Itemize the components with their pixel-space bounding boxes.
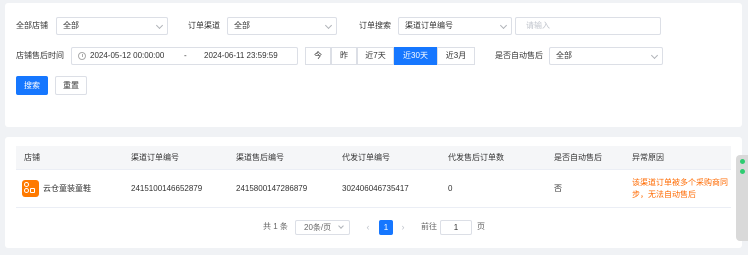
prev-page-button[interactable]: ‹ [362,220,374,235]
column-header: 是否自动售后 [554,153,602,162]
goto-label: 前往 [421,222,437,231]
auto-after-sale-label: 是否自动售后 [495,51,543,60]
auto-after-sale-select[interactable]: 全部 [549,47,663,65]
search-button[interactable]: 搜索 [16,76,48,95]
store-logo-icon [22,180,39,197]
table-row: 云仓童装童鞋 2415100146652879 2415800147286879… [16,170,731,208]
column-header: 渠道订单编号 [131,153,179,162]
page-unit-label: 页 [477,222,485,231]
quick-range-3m[interactable]: 近3月 [437,47,475,65]
quick-range-7d[interactable]: 近7天 [357,47,394,65]
date-start: 2024-05-12 00:00:00 [90,51,165,60]
channel-filter-label: 订单渠道 [188,21,220,30]
auto-after-sale-flag: 否 [554,184,562,193]
auto-after-sale-value: 全部 [556,51,572,60]
table-header: 店铺 渠道订单编号 渠道售后编号 代发订单编号 代发售后订单数 是否自动售后 异… [16,146,731,170]
store-name: 云仓童装童鞋 [43,184,91,193]
goto-page-input[interactable]: 1 [440,220,472,235]
channel-order-no: 2415100146652879 [131,184,203,193]
store-filter-label: 全部店铺 [16,21,48,30]
chevron-down-icon [338,223,344,229]
status-dot-icon [740,159,745,164]
channel-select[interactable]: 全部 [227,17,337,35]
page-size-select[interactable]: 20条/页 [295,220,350,235]
dropship-after-sale-count: 0 [448,184,453,193]
error-reason: 该渠道订单被多个采购商同步，无法自动售后 [632,178,728,199]
chevron-down-icon [155,21,164,30]
quick-range-30d[interactable]: 近30天 [394,47,437,65]
date-separator: - [184,51,187,60]
column-header: 代发订单编号 [342,153,390,162]
quick-range-today[interactable]: 今 [305,47,331,65]
column-header: 异常原因 [632,153,664,162]
dropship-order-no: 302406046735417 [342,184,409,193]
date-range-picker[interactable]: 2024-05-12 00:00:00 - 2024-06-11 23:59:5… [71,47,298,65]
quick-range-yesterday[interactable]: 昨 [331,47,357,65]
clock-icon [78,52,86,60]
column-header: 代发售后订单数 [448,153,504,162]
after-sale-time-label: 店铺售后时间 [16,51,64,60]
date-end: 2024-06-11 23:59:59 [204,51,278,60]
total-count: 共 1 条 [263,222,288,231]
chevron-down-icon [324,21,333,30]
page-size-value: 20条/页 [304,223,332,232]
column-header: 店铺 [24,153,40,162]
page-number-current[interactable]: 1 [379,220,393,235]
column-header: 渠道售后编号 [236,153,284,162]
search-type-value: 渠道订单编号 [405,21,453,30]
order-search-input[interactable]: 请输入 [515,17,661,35]
chevron-down-icon [499,21,508,30]
chevron-down-icon [650,51,659,60]
status-dot-icon [740,169,745,174]
store-select-value: 全部 [63,21,79,30]
floating-side-widget[interactable] [736,155,748,241]
order-search-label: 订单搜索 [359,21,391,30]
store-select[interactable]: 全部 [56,17,168,35]
channel-select-value: 全部 [234,21,250,30]
next-page-button[interactable]: › [397,220,409,235]
search-type-select[interactable]: 渠道订单编号 [398,17,512,35]
channel-after-sale-no: 2415800147286879 [236,184,308,193]
reset-button[interactable]: 重置 [55,76,87,95]
